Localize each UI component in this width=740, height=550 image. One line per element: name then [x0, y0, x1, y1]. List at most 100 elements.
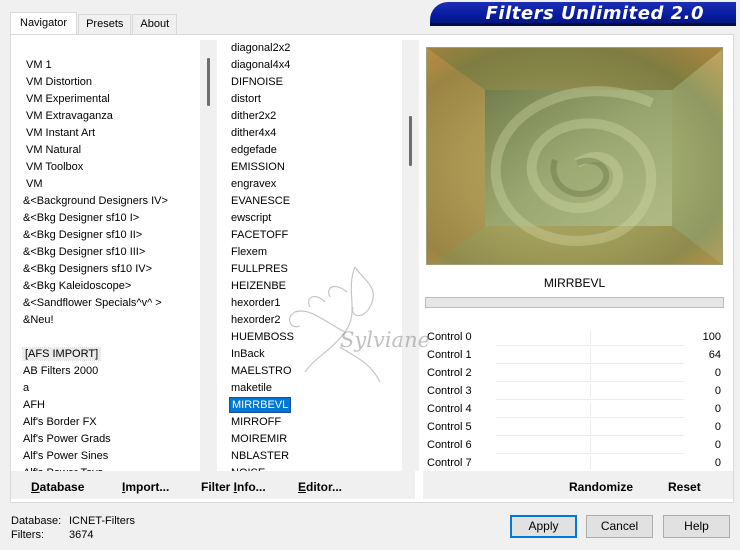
filter-item[interactable]: EVANESCE: [219, 193, 402, 210]
filter-item[interactable]: HUEMBOSS: [219, 329, 402, 346]
category-item[interactable]: &Neu!: [16, 312, 200, 329]
category-item[interactable]: VM: [16, 176, 200, 193]
category-item[interactable]: AFH: [16, 397, 200, 414]
editor-button[interactable]: Editor...: [298, 480, 342, 494]
control-slider-row[interactable]: Control 7 0: [424, 454, 724, 472]
navigator-toolbar: Database Import... Filter Info... Editor…: [11, 471, 415, 499]
filter-item[interactable]: engravex: [219, 176, 402, 193]
filter-item[interactable]: distort: [219, 91, 402, 108]
control-slider-tick: [590, 456, 591, 470]
cancel-button[interactable]: Cancel: [586, 515, 653, 538]
control-value: 0: [714, 403, 721, 415]
control-value: 100: [702, 331, 721, 343]
category-list[interactable]: VM 1 VM Distortion VM Experimental VM Extra…: [16, 40, 200, 471]
category-item[interactable]: VM Natural: [16, 142, 200, 159]
category-item: [16, 329, 200, 346]
filter-item[interactable]: InBack: [219, 346, 402, 363]
filter-item[interactable]: dither2x2: [219, 108, 402, 125]
control-slider-row[interactable]: Control 5 0: [424, 418, 724, 436]
control-label: Control 6: [427, 439, 472, 451]
control-slider-row[interactable]: Control 6 0: [424, 436, 724, 454]
randomize-button[interactable]: Randomize: [569, 480, 633, 494]
apply-button[interactable]: Apply: [510, 515, 577, 538]
category-item[interactable]: &<Bkg Kaleidoscope>: [16, 278, 200, 295]
filter-item[interactable]: MOIREMIR: [219, 431, 402, 448]
filter-item[interactable]: diagonal2x2: [219, 40, 402, 57]
category-item[interactable]: a: [16, 380, 200, 397]
control-label: Control 4: [427, 403, 472, 415]
category-item[interactable]: VM Toolbox: [16, 159, 200, 176]
filter-item[interactable]: MIRRBEVL: [219, 397, 402, 414]
filter-item[interactable]: maketile: [219, 380, 402, 397]
control-value: 0: [714, 385, 721, 397]
category-item[interactable]: VM Extravaganza: [16, 108, 200, 125]
filter-item[interactable]: dither4x4: [219, 125, 402, 142]
filter-item[interactable]: NBLASTER: [219, 448, 402, 465]
category-item[interactable]: &<Bkg Designer sf10 II>: [16, 227, 200, 244]
category-item[interactable]: &<Bkg Designer sf10 III>: [16, 244, 200, 261]
filter-scrollbar[interactable]: [402, 40, 419, 471]
category-item[interactable]: Alf's Power Grads: [16, 431, 200, 448]
filter-scroll-thumb[interactable]: [409, 116, 412, 166]
filter-item[interactable]: HEIZENBE: [219, 278, 402, 295]
control-slider-row[interactable]: Control 0 100: [424, 328, 724, 346]
control-slider-row[interactable]: Control 3 0: [424, 382, 724, 400]
filter-item[interactable]: hexorder2: [219, 312, 402, 329]
filter-item[interactable]: FACETOFF: [219, 227, 402, 244]
reset-button[interactable]: Reset: [668, 480, 701, 494]
filters-count-value: 3674: [69, 529, 94, 541]
control-value: 0: [714, 439, 721, 451]
control-slider-tick: [590, 402, 591, 416]
filter-item[interactable]: MAELSTRO: [219, 363, 402, 380]
control-slider-tick: [590, 330, 591, 344]
tab-about[interactable]: About: [132, 14, 178, 34]
filter-item[interactable]: diagonal4x4: [219, 57, 402, 74]
progress-bar: [425, 297, 724, 308]
import-button[interactable]: Import...: [122, 480, 169, 494]
tab-navigator[interactable]: Navigator: [10, 12, 78, 34]
filter-item[interactable]: DIFNOISE: [219, 74, 402, 91]
filter-item[interactable]: FULLPRES: [219, 261, 402, 278]
control-slider-tick: [590, 384, 591, 398]
selected-filter-name: MIRRBEVL: [543, 276, 606, 290]
filter-list[interactable]: diagonal2x2 diagonal4x4 DIFNOISE distort dit…: [219, 40, 402, 471]
control-label: Control 1: [427, 349, 472, 361]
category-scroll-thumb[interactable]: [207, 58, 210, 106]
app-banner: Filters Unlimited 2.0: [430, 2, 736, 26]
filter-item[interactable]: ewscript: [219, 210, 402, 227]
category-item[interactable]: AB Filters 2000: [16, 363, 200, 380]
control-value: 64: [708, 349, 721, 361]
control-slider-row[interactable]: Control 4 0: [424, 400, 724, 418]
database-button[interactable]: Database: [31, 480, 84, 494]
control-value: 0: [714, 421, 721, 433]
filter-preview: [426, 47, 723, 265]
control-slider-row[interactable]: Control 2 0: [424, 364, 724, 382]
category-item[interactable]: &<Bkg Designers sf10 IV>: [16, 261, 200, 278]
category-item[interactable]: VM 1: [16, 57, 200, 74]
category-item[interactable]: Alf's Border FX: [16, 414, 200, 431]
category-item[interactable]: [AFS IMPORT]: [16, 346, 200, 363]
category-item[interactable]: VM Experimental: [16, 91, 200, 108]
database-value: ICNET-Filters: [69, 515, 135, 527]
filter-info-button[interactable]: Filter Info...: [201, 480, 266, 494]
category-item[interactable]: &<Bkg Designer sf10 I>: [16, 210, 200, 227]
category-item[interactable]: VM Instant Art: [16, 125, 200, 142]
tab-bar: Navigator Presets About: [10, 12, 178, 34]
control-slider-row[interactable]: Control 1 64: [424, 346, 724, 364]
category-scrollbar[interactable]: [200, 40, 217, 471]
control-value: 0: [714, 367, 721, 379]
category-item[interactable]: VM Distortion: [16, 74, 200, 91]
preview-image: [427, 48, 722, 264]
filter-item[interactable]: edgefade: [219, 142, 402, 159]
filter-item[interactable]: Flexem: [219, 244, 402, 261]
control-slider-tick: [590, 348, 591, 362]
filter-item[interactable]: MIRROFF: [219, 414, 402, 431]
category-item[interactable]: Alf's Power Sines: [16, 448, 200, 465]
filter-item[interactable]: EMISSION: [219, 159, 402, 176]
tab-presets[interactable]: Presets: [78, 14, 132, 34]
help-button[interactable]: Help: [663, 515, 730, 538]
filter-item[interactable]: hexorder1: [219, 295, 402, 312]
category-item[interactable]: &<Sandflower Specials^v^ >: [16, 295, 200, 312]
control-label: Control 2: [427, 367, 472, 379]
category-item[interactable]: &<Background Designers IV>: [16, 193, 200, 210]
